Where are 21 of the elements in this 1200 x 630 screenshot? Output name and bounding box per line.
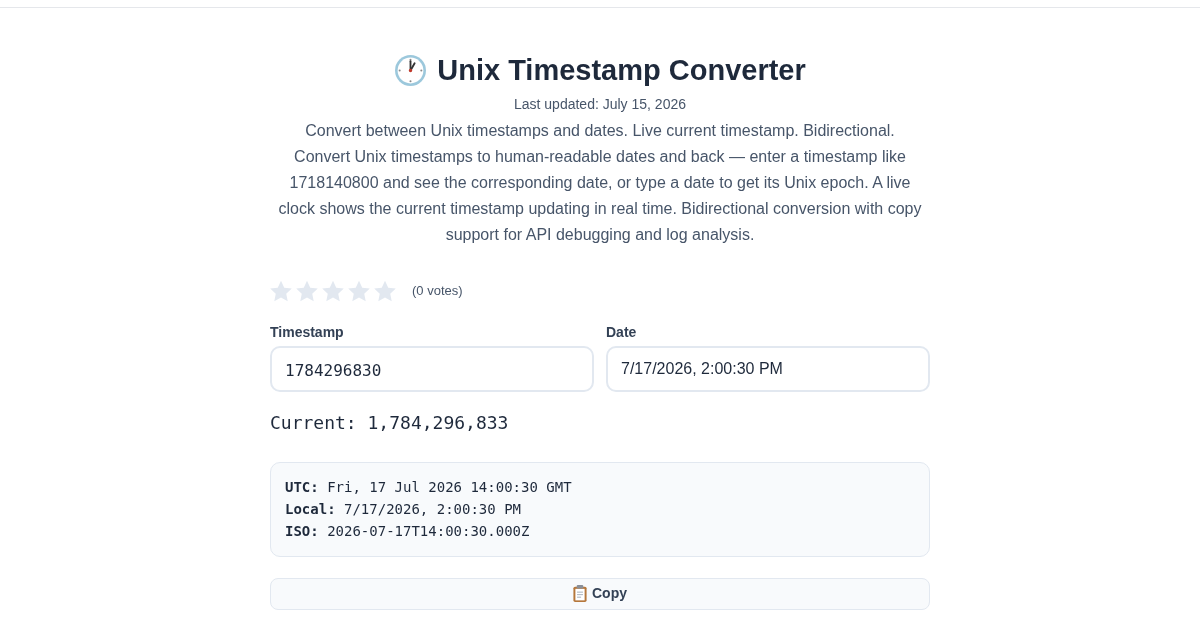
star-icon[interactable] [374, 279, 396, 302]
field-label: Timestamp [270, 323, 345, 341]
result-line: Local: 7/17/2026, 2:00:30 PM [285, 500, 522, 519]
star-rating[interactable] [270, 279, 396, 302]
star-icon[interactable] [296, 279, 318, 302]
result-line: UTC: Fri, 17 Jul 2026 14:00:30 GMT [285, 478, 573, 497]
star-icon[interactable] [270, 279, 292, 302]
last-updated-text: Last updated: July 15, 2026 [513, 95, 687, 113]
star-icon[interactable] [348, 279, 370, 302]
clock-icon [394, 53, 428, 87]
copy-button[interactable]: Copy [270, 578, 930, 610]
clipboard-icon [573, 585, 587, 603]
timestamp-input[interactable]: 1784296830 [270, 346, 594, 393]
page-title: Unix Timestamp Converter [437, 53, 806, 88]
star-icon[interactable] [322, 279, 344, 302]
field-label: Date [606, 323, 638, 341]
votes-count: (0 votes) [412, 281, 463, 300]
result-line: ISO: 2026-07-17T14:00:30.000Z [285, 522, 531, 541]
date-input[interactable]: 7/17/2026, 2:00:30 PM [606, 346, 930, 393]
current-timestamp: Current: 1,784,296,833 [270, 412, 510, 434]
description-text: Convert between Unix timestamps and dates. Live current timestamp. Bidirectional. Convert Unix timestamps to human-readable dates and back — enter a timestamp like 1718140800 and see the corresponding date, or type a date to get its Unix epoch. A live clock shows the current timestamp updating in real time. Bidirectional conversion with copy support for API debugging and log analysis. [277, 120, 923, 245]
